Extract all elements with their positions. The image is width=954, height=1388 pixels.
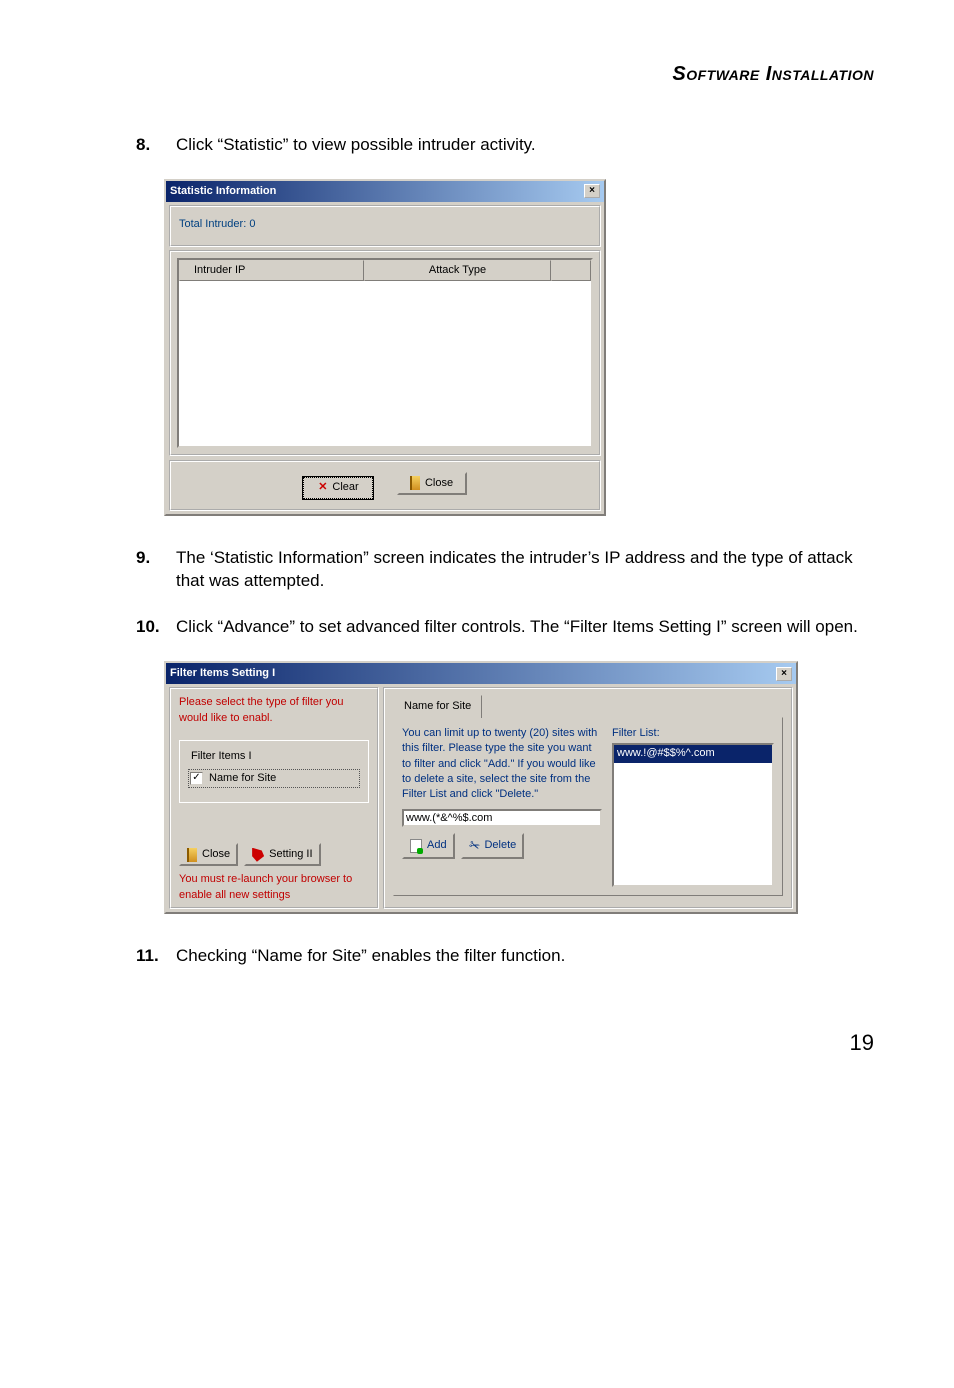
setting-button-label: Setting II <box>269 847 312 862</box>
total-intruder-label: Total Intruder: 0 <box>169 205 601 246</box>
close-icon[interactable]: × <box>584 184 600 198</box>
step-8: 8. Click “Statistic” to view possible in… <box>136 133 874 157</box>
step-text: Click “Statistic” to view possible intru… <box>176 133 874 157</box>
step-11: 11. Checking “Name for Site” enables the… <box>136 944 874 968</box>
x-icon: ✕ <box>318 480 327 495</box>
step-number: 11. <box>136 944 162 968</box>
page-header: Software Installation <box>110 60 874 88</box>
door-icon <box>410 476 420 490</box>
close-button[interactable]: Close <box>397 472 467 495</box>
close-button[interactable]: Close <box>179 843 238 866</box>
checkbox-icon[interactable]: ✓ <box>190 772 203 785</box>
page-number: 19 <box>110 1028 874 1059</box>
dialog-titlebar: Filter Items Setting I × <box>166 663 796 684</box>
delete-button-label: Delete <box>484 838 516 853</box>
dialog-title: Statistic Information <box>170 184 276 199</box>
checkbox-label: Name for Site <box>209 771 276 786</box>
filter-items-fieldset: Filter Items I ✓ Name for Site <box>179 740 369 803</box>
column-intruder-ip[interactable]: Intruder IP <box>179 260 364 281</box>
filter-left-pane: Please select the type of filter you wou… <box>169 687 379 909</box>
column-attack-type[interactable]: Attack Type <box>364 260 551 281</box>
scissors-icon: ✂ <box>466 835 482 856</box>
step-text: Checking “Name for Site” enables the fil… <box>176 944 874 968</box>
filter-list-label: Filter List: <box>612 726 774 741</box>
tab-body: You can limit up to twenty (20) sites wi… <box>393 717 783 896</box>
help-column: You can limit up to twenty (20) sites wi… <box>402 726 602 887</box>
help-text: You can limit up to twenty (20) sites wi… <box>402 726 602 803</box>
name-for-site-checkbox[interactable]: ✓ Name for Site <box>188 769 360 788</box>
filter-list-column: Filter List: www.!@#$$%^.com <box>612 726 774 887</box>
statistic-information-dialog: Statistic Information × Total Intruder: … <box>164 179 606 516</box>
dialog-button-row: ✕ Clear Close <box>169 460 601 511</box>
step-text: The ‘Statistic Information” screen indic… <box>176 546 874 594</box>
add-button-label: Add <box>427 838 447 853</box>
step-number: 10. <box>136 615 162 639</box>
dialog-titlebar: Statistic Information × <box>166 181 604 202</box>
listview-header: Intruder IP Attack Type <box>179 260 591 281</box>
step-number: 9. <box>136 546 162 594</box>
door-icon <box>187 848 197 862</box>
setting-icon <box>252 848 264 862</box>
clear-button[interactable]: ✕ Clear <box>303 477 373 498</box>
step-text: Click “Advance” to set advanced filter c… <box>176 615 874 639</box>
delete-button[interactable]: ✂ Delete <box>461 833 525 859</box>
filter-list-item[interactable]: www.!@#$$%^.com <box>614 745 772 762</box>
intruder-listview[interactable]: Intruder IP Attack Type <box>177 258 593 448</box>
filter-items-dialog: Filter Items Setting I × Please select t… <box>164 661 798 914</box>
filter-intro-text: Please select the type of filter you wou… <box>179 695 369 726</box>
dialog-title: Filter Items Setting I <box>170 666 275 681</box>
step-10: 10. Click “Advance” to set advanced filt… <box>136 615 874 639</box>
close-button-label: Close <box>425 476 453 491</box>
step-9: 9. The ‘Statistic Information” screen in… <box>136 546 874 594</box>
name-for-site-tab[interactable]: Name for Site <box>393 695 482 717</box>
step-number: 8. <box>136 133 162 157</box>
intruder-list-frame: Intruder IP Attack Type <box>169 250 601 456</box>
fieldset-legend: Filter Items I <box>188 749 255 764</box>
site-input[interactable] <box>402 809 602 827</box>
setting-ii-button[interactable]: Setting II <box>244 843 320 866</box>
add-button[interactable]: Add <box>402 833 455 859</box>
add-page-icon <box>410 839 422 853</box>
filter-list-box[interactable]: www.!@#$$%^.com <box>612 743 774 887</box>
column-blank <box>551 260 591 281</box>
close-icon[interactable]: × <box>776 667 792 681</box>
filter-right-pane: Name for Site You can limit up to twenty… <box>383 687 793 909</box>
relaunch-warning: You must re-launch your browser to enabl… <box>179 872 369 903</box>
close-button-label: Close <box>202 847 230 862</box>
clear-button-label: Clear <box>332 480 358 495</box>
